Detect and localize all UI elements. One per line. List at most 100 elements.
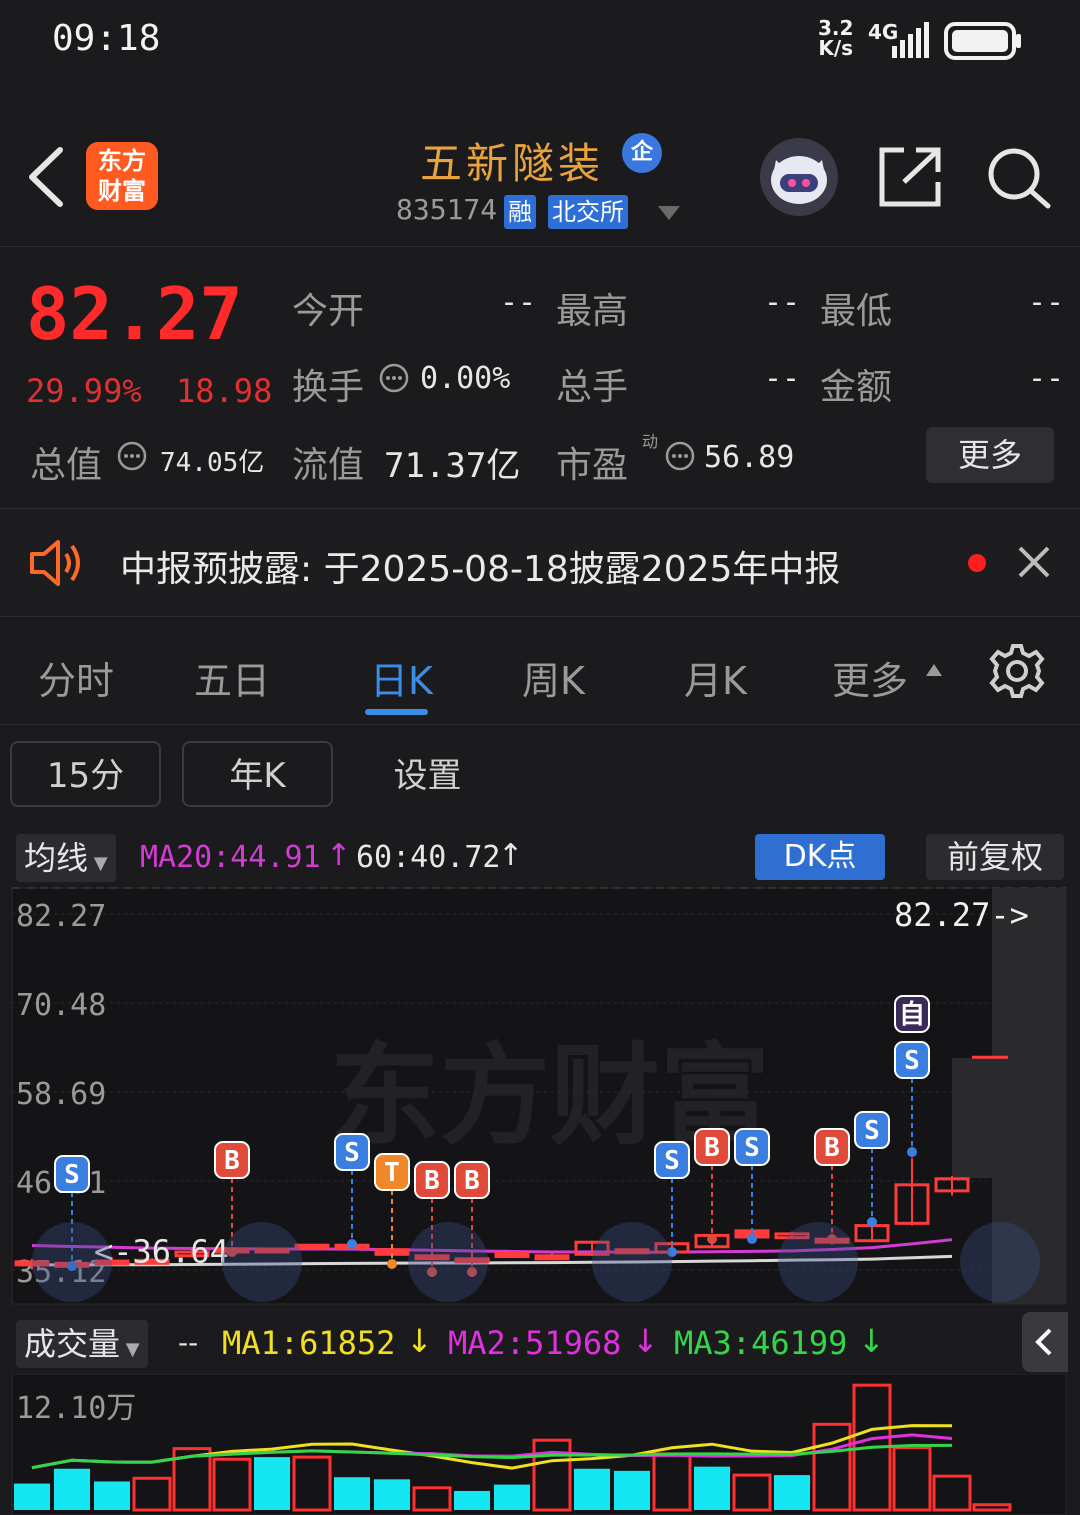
stock-name: 五新隧装 — [420, 139, 605, 188]
exchange-tag: 北交所 — [548, 195, 628, 229]
signal-label: B — [464, 1166, 480, 1196]
candle — [294, 1243, 330, 1250]
signal-label: S — [744, 1133, 760, 1163]
speaker-icon — [30, 540, 80, 586]
signal-label: S — [64, 1160, 80, 1190]
ma60-up-arrow-icon: ↑ — [498, 838, 524, 873]
kline-chart[interactable]: 东方财富82.2770.4858.6946.9135.1282.27-><-36… — [0, 884, 1080, 1312]
share-icon[interactable] — [878, 146, 942, 208]
volume-bar — [94, 1481, 130, 1510]
tab-five-day[interactable]: 五日 — [194, 650, 270, 705]
low-label: 最低 — [820, 291, 893, 332]
volume-bar — [614, 1470, 650, 1510]
change-amount: 18.98 — [176, 372, 273, 410]
volume-max-label: 12.10万 — [16, 1391, 136, 1426]
signal-dot — [907, 1147, 917, 1157]
ma20-up-arrow-icon: ↑ — [326, 838, 352, 873]
vol-ma3: MA3:46199 — [674, 1324, 848, 1362]
indicator-selector[interactable]: 均线 ▼ — [16, 834, 116, 882]
pe-dynamic-sup: 动 — [642, 432, 659, 451]
mktcap-label: 总值 — [30, 445, 103, 486]
volume-bar — [374, 1479, 410, 1510]
amount-label: 金额 — [820, 367, 893, 408]
signal-label: S — [664, 1146, 680, 1176]
volume-label: 总手 — [556, 367, 629, 408]
candle — [534, 1254, 570, 1261]
turnover-value: 0.00% — [420, 361, 511, 396]
chevron-left-icon — [1035, 1328, 1052, 1356]
adjust-mode-button[interactable]: 前复权 — [926, 834, 1064, 880]
stock-code: 835174 — [396, 193, 498, 226]
volume-bar — [254, 1457, 290, 1510]
last-price: 82.27 — [26, 272, 243, 356]
volume-bar — [574, 1468, 610, 1510]
signal-dot — [707, 1234, 717, 1244]
float-value: 71.37亿 — [384, 446, 521, 486]
signal-dot — [747, 1234, 757, 1244]
signal-label: B — [704, 1133, 720, 1163]
back-arrow-icon[interactable] — [22, 142, 72, 212]
caret-up-icon — [926, 664, 942, 676]
volume-indicator-selector[interactable]: 成交量 ▼ — [16, 1320, 148, 1368]
signal-label: S — [864, 1116, 880, 1146]
app-logo[interactable]: 东方 财富 — [86, 142, 158, 210]
low-price-marker: <-36.64 — [94, 1233, 229, 1271]
y-tick-label: 58.69 — [16, 1077, 106, 1112]
close-icon[interactable] — [1016, 544, 1052, 580]
more-quote-button[interactable]: 更多 — [926, 427, 1054, 483]
signal-label: 自 — [899, 999, 925, 1030]
tab-daily-k[interactable]: 日K — [370, 650, 433, 705]
open-label: 今开 — [292, 291, 365, 332]
vol-ma1: MA1:61852 — [222, 1324, 396, 1362]
signal-label: S — [344, 1138, 360, 1168]
info-icon[interactable] — [378, 362, 410, 394]
min15-button[interactable]: 15分 — [10, 741, 161, 807]
yearK-button[interactable]: 年K — [182, 741, 333, 807]
info-icon[interactable] — [116, 440, 148, 472]
pe-label: 市盈 — [556, 445, 629, 486]
signal-dot — [867, 1217, 877, 1227]
high-value: -- — [764, 285, 801, 320]
float-label: 流值 — [292, 445, 365, 486]
nav-overlay-circle — [592, 1222, 672, 1302]
volume-bar — [494, 1484, 530, 1510]
open-value: -- — [500, 285, 537, 320]
vol-ma2-down-arrow-icon: ↓ — [632, 1322, 659, 1360]
margin-tag: 融 — [504, 195, 536, 229]
mktcap-value: 74.05亿 — [160, 448, 265, 478]
high-label: 最高 — [556, 291, 629, 332]
amount-value: -- — [1028, 361, 1065, 396]
notice-text: 中报预披露: 于2025-08-18披露2025年中报 — [120, 549, 841, 590]
vol-ma2: MA2:51968 — [448, 1324, 622, 1362]
future-area-lower — [952, 1058, 1066, 1178]
tab-more[interactable]: 更多 — [832, 650, 908, 705]
ai-assistant-avatar[interactable] — [760, 138, 838, 216]
gear-icon[interactable] — [988, 642, 1046, 700]
chart-settings-button[interactable]: 设置 — [352, 741, 503, 807]
pe-value: 56.89 — [704, 440, 795, 475]
tab-weekly-k[interactable]: 周K — [522, 650, 585, 705]
search-icon[interactable] — [986, 146, 1052, 210]
battery-icon — [944, 22, 1021, 60]
info-icon[interactable] — [664, 440, 696, 472]
tab-monthly-k[interactable]: 月K — [684, 650, 747, 705]
vol-ma1-down-arrow-icon: ↓ — [406, 1322, 433, 1360]
volume-bar — [14, 1483, 50, 1510]
exchange-dropdown-icon[interactable] — [656, 204, 682, 222]
ma60-value: 60:40.72 — [356, 840, 501, 875]
volume-value: -- — [764, 361, 801, 396]
volume-dash: -- — [178, 1326, 199, 1359]
signal-label: B — [824, 1133, 840, 1163]
dk-point-button[interactable]: DK点 — [755, 834, 885, 880]
collapse-panel-button[interactable] — [1022, 1312, 1068, 1372]
net-speed: 3.2 K/s — [818, 16, 854, 60]
turnover-label: 换手 — [292, 367, 365, 408]
volume-bar — [454, 1490, 490, 1510]
nav-overlay-circle — [222, 1222, 302, 1302]
vol-ma3-down-arrow-icon: ↓ — [858, 1322, 885, 1360]
signal-dot — [347, 1239, 357, 1249]
ma20-value: MA20:44.91 — [140, 840, 321, 875]
volume-bar — [774, 1475, 810, 1510]
change-percent: 29.99% — [26, 372, 142, 410]
tab-minute[interactable]: 分时 — [38, 650, 114, 705]
